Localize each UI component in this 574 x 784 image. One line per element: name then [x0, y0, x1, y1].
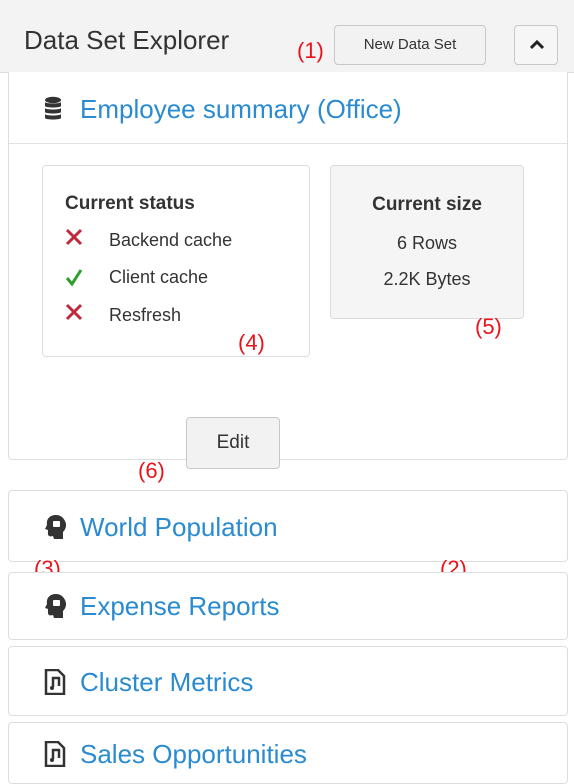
new-data-set-button[interactable]: New Data Set	[334, 25, 486, 65]
annotation-6: (6)	[138, 458, 165, 483]
size-bytes: 2.2K Bytes	[383, 269, 471, 289]
status-heading: Current status	[65, 193, 195, 214]
collapse-button[interactable]	[514, 25, 558, 65]
panel-divider	[9, 143, 567, 144]
annotation-5: (5)	[475, 314, 502, 339]
document-icon	[44, 668, 66, 700]
dataset-title-employee-summary[interactable]: Employee summary (Office)	[80, 94, 402, 125]
cross-icon	[65, 228, 87, 254]
service-head-icon	[44, 593, 68, 624]
database-icon	[44, 96, 62, 127]
dataset-title-world-population[interactable]: World Population	[80, 512, 278, 543]
status-label: Resfresh	[109, 305, 182, 325]
chevron-up-icon	[530, 40, 544, 50]
dataset-title-sales-opportunities[interactable]: Sales Opportunities	[80, 739, 307, 770]
status-label: Client cache	[109, 267, 209, 287]
dataset-title-expense-reports[interactable]: Expense Reports	[80, 591, 279, 622]
edit-button[interactable]: Edit	[186, 417, 280, 469]
status-label: Backend cache	[109, 230, 233, 250]
annotation-4: (4)	[238, 330, 265, 355]
service-head-icon	[44, 514, 68, 545]
page-title: Data Set Explorer	[24, 25, 230, 55]
dataset-title-cluster-metrics[interactable]: Cluster Metrics	[80, 667, 253, 698]
cross-icon	[65, 303, 87, 329]
check-icon	[65, 265, 87, 291]
explorer-header: Data Set Explorer New Data Set	[0, 0, 574, 73]
document-icon	[44, 740, 66, 772]
size-heading: Current size	[372, 194, 482, 215]
current-size-box: Current size 6 Rows 2.2K Bytes	[330, 165, 524, 319]
annotation-1: (1)	[297, 38, 324, 63]
size-rows: 6 Rows	[396, 233, 458, 253]
current-status-box: Current status Backend cache Client cach…	[42, 165, 310, 357]
